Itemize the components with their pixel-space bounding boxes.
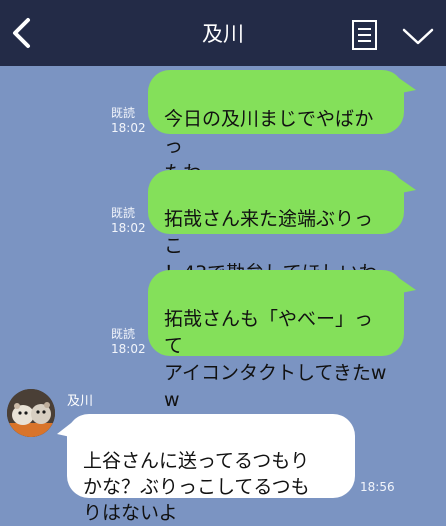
message-time: 18:02 — [111, 342, 146, 356]
outgoing-message-bubble[interactable]: 今日の及川まじでやばかっ たわ — [148, 70, 416, 184]
outgoing-message-bubble[interactable]: 拓哉さん来た途端ぶりっこ ！43で勘弁してほしいわ — [148, 170, 416, 284]
hamster-avatar-icon — [7, 389, 55, 437]
bubble-tail — [396, 276, 416, 294]
message-text: 拓哉さんも「やべー」って アイコンタクトしてきたw w — [164, 308, 387, 411]
read-receipt: 既読 — [111, 106, 136, 120]
chevron-left-icon — [13, 18, 30, 48]
bubble-tail — [57, 420, 75, 438]
read-receipt: 既読 — [111, 206, 136, 220]
message-text: 上谷さんに送ってるつもり かな？ぶりっこしてるつも りはないよ — [83, 450, 310, 524]
message-time: 18:02 — [111, 221, 146, 235]
bubble-tail — [396, 176, 416, 194]
bubble-tail — [396, 76, 416, 94]
menu-toggle-button[interactable] — [400, 24, 436, 50]
back-button[interactable] — [6, 14, 40, 52]
note-icon — [352, 20, 377, 50]
read-receipt: 既読 — [111, 327, 136, 341]
message-time: 18:56 — [360, 480, 395, 494]
message-meta: 既読 18:02 — [111, 206, 146, 236]
chevron-down-icon — [402, 28, 434, 45]
incoming-message-bubble[interactable]: 上谷さんに送ってるつもり かな？ぶりっこしてるつも りはないよ — [57, 414, 355, 524]
outgoing-message-bubble[interactable]: 拓哉さんも「やべー」って アイコンタクトしてきたw w — [148, 270, 416, 411]
avatar[interactable] — [7, 389, 55, 437]
note-button[interactable] — [350, 19, 380, 51]
message-meta: 既読 18:02 — [111, 106, 146, 136]
chat-header: 及川 — [0, 0, 446, 66]
sender-name: 及川 — [67, 394, 94, 409]
message-time: 18:02 — [111, 121, 146, 135]
message-meta: 既読 18:02 — [111, 327, 146, 357]
